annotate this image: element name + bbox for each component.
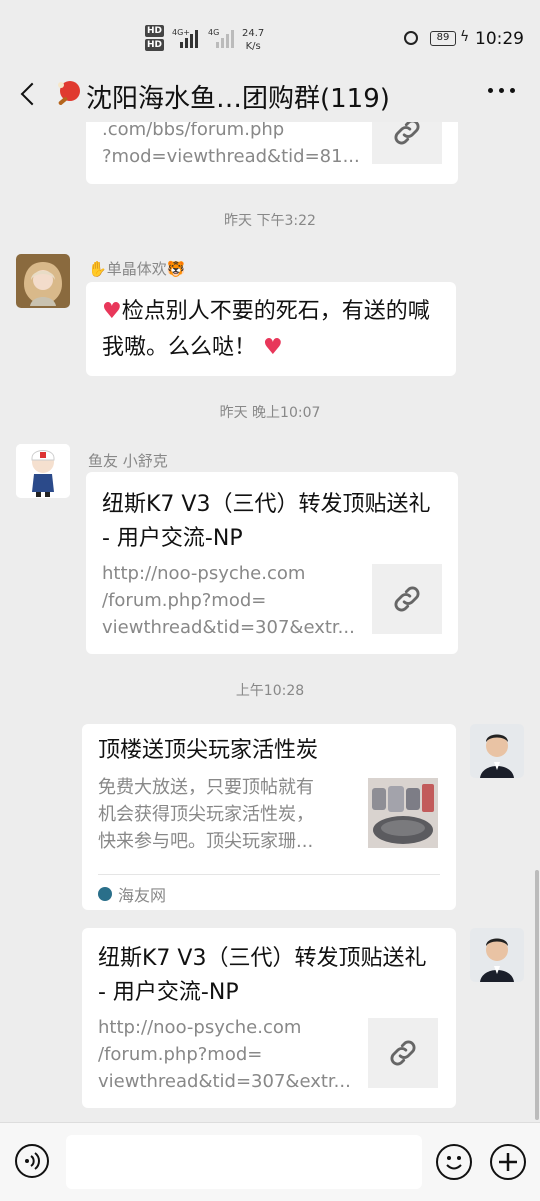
sender-name: ✋单晶体欢🐯 [88,258,185,279]
heart-icon: ♥ [256,335,283,360]
link-thumbnail [372,564,442,634]
article-source: 海友网 [98,882,166,906]
source-icon [98,887,112,901]
link-description: http://noo-psyche.com /forum.php?mod= vi… [102,563,355,638]
alarm-icon [404,31,418,45]
article-card[interactable]: 顶楼送顶尖玩家活性炭 免费大放送，只要顶帖就有 机会获得顶尖玩家活性炭， 快来参… [82,724,456,910]
timestamp: 昨天 下午3:22 [224,213,316,229]
back-arrow-icon[interactable] [20,82,44,106]
fire-icon: ✋ [88,260,107,278]
tiger-icon: 🐯 [166,260,186,278]
heart-icon: ♥ [102,299,122,324]
article-thumbnail [368,778,438,848]
hd-badge: HD [145,39,165,51]
message-text: ♥检点别人不要的死石，有送的喊我嗷。么么哒！ ♥ [102,294,446,366]
link-card[interactable]: 纽斯K7 V3（三代）转发顶贴送礼 - 用户交流-NP http://noo-p… [86,472,458,654]
link-thumbnail [368,1018,438,1088]
battery-icon: 89 [430,31,456,46]
avatar-image [16,254,70,308]
more-options-icon[interactable] [488,88,515,93]
avatar-image [16,444,70,498]
article-description: 免费大放送，只要顶帖就有 机会获得顶尖玩家活性炭， 快来参与吧。顶尖玩家珊... [98,777,314,852]
link-icon [394,586,420,612]
hd-indicator: HD HD [145,25,165,53]
message-input[interactable] [66,1135,422,1189]
avatar[interactable] [470,928,524,982]
activated-carbon-image [368,778,438,848]
ping-pong-icon [58,81,80,105]
link-description: http://noo-psyche.com /forum.php?mod= vi… [98,1017,351,1092]
avatar[interactable] [470,724,524,778]
article-title: 顶楼送顶尖玩家活性炭 [98,738,319,763]
emoji-button[interactable] [436,1144,472,1180]
voice-icon [25,1152,40,1170]
charging-icon: ϟ [460,29,470,45]
hd-badge: HD [145,25,165,37]
text-message[interactable]: ♥检点别人不要的死石，有送的喊我嗷。么么哒！ ♥ [86,282,456,376]
timestamp: 上午10:28 [235,683,305,699]
battery-level: 89 [436,32,450,43]
link-icon [390,1040,416,1066]
link-description: .com/bbs/forum.php ?mod=viewthread&tid=8… [102,119,360,167]
input-bar [0,1122,540,1201]
more-functions-button[interactable] [490,1144,526,1180]
scrollbar[interactable] [535,870,539,1120]
chat-title: 沈阳海水鱼…团购群(119) [86,84,390,114]
plus-icon [499,1153,517,1171]
link-title: 纽斯K7 V3（三代）转发顶贴送礼 - 用户交流-NP [102,492,431,551]
smiley-icon [446,1156,462,1170]
clock: 10:29 [475,29,524,49]
network-speed: 24.7 K/s [242,27,264,53]
chat-header: 沈阳海水鱼…团购群(119) [0,70,540,122]
signal-icon [180,28,198,48]
voice-input-button[interactable] [15,1144,49,1178]
avatar[interactable] [16,444,70,498]
status-bar: HD HD 4G+ 4G 24.7 K/s 89 ϟ 10:29 [0,0,540,80]
source-label: 海友网 [118,886,167,905]
divider [98,874,440,875]
link-title: 纽斯K7 V3（三代）转发顶贴送礼 - 用户交流-NP [98,946,427,1005]
sender-label: 单晶体欢 [106,260,167,278]
sender-name: 鱼友 小舒克 [88,452,168,470]
avatar-image [470,724,524,778]
avatar-image [470,928,524,982]
timestamp: 昨天 晚上10:07 [219,405,321,421]
speed-value: 24.7 [242,28,265,39]
link-card[interactable]: 纽斯K7 V3（三代）转发顶贴送礼 - 用户交流-NP http://noo-p… [82,928,456,1108]
signal-icon [216,28,234,48]
avatar[interactable] [16,254,70,308]
speed-unit: K/s [245,41,261,52]
